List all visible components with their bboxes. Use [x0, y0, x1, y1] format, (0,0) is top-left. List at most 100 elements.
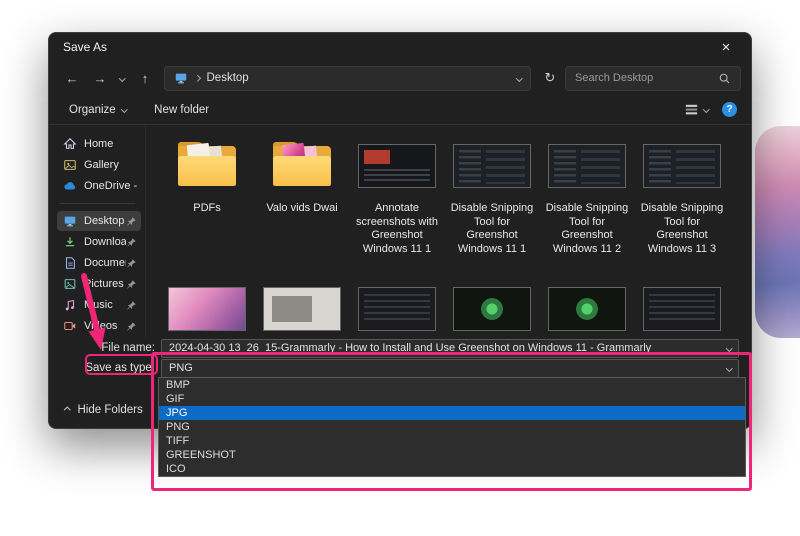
search-box: [565, 66, 741, 91]
file-type-option-png[interactable]: PNG: [159, 420, 745, 434]
file-label: Annotate screenshots with Greenshot Wind…: [352, 202, 442, 256]
search-input[interactable]: [575, 72, 712, 84]
sidebar-item-videos[interactable]: Videos: [57, 316, 141, 336]
forward-button[interactable]: →: [87, 65, 113, 91]
pin-icon: [126, 300, 137, 311]
pin-icon: [126, 258, 137, 269]
sidebar-item-gallery[interactable]: Gallery: [57, 155, 141, 175]
titlebar: Save As ×: [49, 33, 751, 61]
music-icon: [63, 298, 77, 312]
recent-locations-button[interactable]: [115, 65, 130, 91]
downloads-icon: [63, 235, 77, 249]
sidebar-item-label: OneDrive - Persor: [84, 180, 137, 192]
file-type-listbox: BMPGIFJPGPNGTIFFGREENSHOTICO: [158, 377, 746, 477]
file-label: Disable Snipping Tool for Greenshot Wind…: [637, 202, 727, 256]
home-icon: [63, 137, 77, 151]
sidebar: Home Gallery OneDrive - Persor Desktop Downl…: [49, 125, 146, 338]
close-button[interactable]: ×: [711, 36, 741, 58]
file-type-option-gif[interactable]: GIF: [159, 392, 745, 406]
chevron-up-icon: [64, 407, 70, 413]
sidebar-item-onedrive-persor[interactable]: OneDrive - Persor: [57, 176, 141, 196]
search-icon: [718, 72, 731, 85]
sidebar-item-documents[interactable]: Documents: [57, 253, 141, 273]
file-item-annotate-screenshots-with-greenshot-windows-11-1[interactable]: Annotate screenshots with Greenshot Wind…: [352, 135, 442, 256]
file-thumb: [257, 278, 347, 338]
file-item[interactable]: [542, 278, 632, 338]
sidebar-item-label: Gallery: [84, 159, 137, 171]
new-folder-button[interactable]: New folder: [148, 100, 215, 120]
view-options-button[interactable]: [682, 100, 711, 119]
file-type-option-bmp[interactable]: BMP: [159, 378, 745, 392]
dialog-title: Save As: [63, 40, 711, 54]
thumbnail-image: [453, 287, 531, 331]
file-name-label: File name:: [61, 342, 155, 354]
pin-icon: [126, 321, 137, 332]
sidebar-item-label: Downloads: [84, 236, 126, 248]
file-item-pdfs[interactable]: PDFs: [162, 135, 252, 256]
file-name-field: [161, 339, 739, 358]
command-toolbar: Organize New folder ?: [49, 95, 751, 125]
file-item[interactable]: [637, 278, 727, 338]
sidebar-item-label: Desktop: [84, 215, 126, 227]
file-item[interactable]: [162, 278, 252, 338]
file-item[interactable]: [447, 278, 537, 338]
hide-folders-label: Hide Folders: [78, 404, 143, 416]
organize-label: Organize: [69, 104, 116, 116]
file-item[interactable]: [257, 278, 347, 338]
dialog-body: Home Gallery OneDrive - Persor Desktop Downl…: [49, 125, 751, 338]
file-type-option-tiff[interactable]: TIFF: [159, 434, 745, 448]
file-thumb: [637, 135, 727, 197]
breadcrumb-location[interactable]: Desktop: [207, 72, 249, 84]
thumbnail-image: [453, 144, 531, 188]
thumbnail-image: [548, 144, 626, 188]
sidebar-item-desktop[interactable]: Desktop: [57, 211, 141, 231]
chevron-down-icon: [121, 106, 127, 112]
help-button[interactable]: ?: [722, 102, 737, 117]
sidebar-item-home[interactable]: Home: [57, 134, 141, 154]
file-type-option-ico[interactable]: ICO: [159, 462, 745, 476]
file-thumb: [352, 135, 442, 197]
file-item-valo-vids-dwai[interactable]: Valo vids Dwai: [257, 135, 347, 256]
organize-button[interactable]: Organize: [63, 100, 132, 120]
save-as-type-value: PNG: [169, 362, 721, 374]
file-item[interactable]: [352, 278, 442, 338]
chevron-down-icon: [119, 75, 125, 81]
sidebar-item-downloads[interactable]: Downloads: [57, 232, 141, 252]
sidebar-divider: [59, 203, 135, 204]
toolbar-right-group: ?: [682, 100, 738, 119]
thumbnail-image: [548, 287, 626, 331]
thumbnail-image: [263, 287, 341, 331]
sidebar-item-pictures[interactable]: Pictures: [57, 274, 141, 294]
back-button[interactable]: ←: [59, 65, 85, 91]
file-thumb: [162, 278, 252, 338]
cloud-icon: [63, 179, 77, 193]
save-as-type-label: Save as type:: [61, 362, 155, 374]
thumbnail-image: [168, 287, 246, 331]
hide-folders-button[interactable]: Hide Folders: [57, 400, 151, 420]
file-item-disable-snipping-tool-for-greenshot-windows-11-3[interactable]: Disable Snipping Tool for Greenshot Wind…: [637, 135, 727, 256]
sidebar-item-music[interactable]: Music: [57, 295, 141, 315]
file-item-disable-snipping-tool-for-greenshot-windows-11-1[interactable]: Disable Snipping Tool for Greenshot Wind…: [447, 135, 537, 256]
folder-icon: [271, 142, 333, 190]
chevron-down-icon: [726, 365, 732, 371]
file-type-option-greenshot[interactable]: GREENSHOT: [159, 448, 745, 462]
file-thumb: [352, 278, 442, 338]
sidebar-item-label: Pictures: [84, 278, 126, 290]
file-item-disable-snipping-tool-for-greenshot-windows-11-2[interactable]: Disable Snipping Tool for Greenshot Wind…: [542, 135, 632, 256]
new-folder-label: New folder: [154, 104, 209, 116]
chevron-right-icon: [194, 75, 200, 81]
sidebar-item-label: Videos: [84, 320, 126, 332]
address-dropdown-icon[interactable]: [516, 75, 522, 81]
save-as-type-combobox[interactable]: PNG: [161, 359, 739, 378]
file-name-row: File name:: [49, 338, 751, 358]
pictures-icon: [63, 277, 77, 291]
file-type-option-jpg[interactable]: JPG: [159, 406, 745, 420]
file-label: Disable Snipping Tool for Greenshot Wind…: [542, 202, 632, 256]
refresh-button[interactable]: ↻: [537, 65, 563, 91]
address-bar[interactable]: Desktop: [164, 66, 531, 91]
pin-icon: [126, 237, 137, 248]
up-button[interactable]: ↑: [132, 65, 158, 91]
chevron-down-icon[interactable]: [726, 345, 732, 351]
folder-icon: [176, 142, 238, 190]
file-name-input[interactable]: [169, 342, 721, 354]
